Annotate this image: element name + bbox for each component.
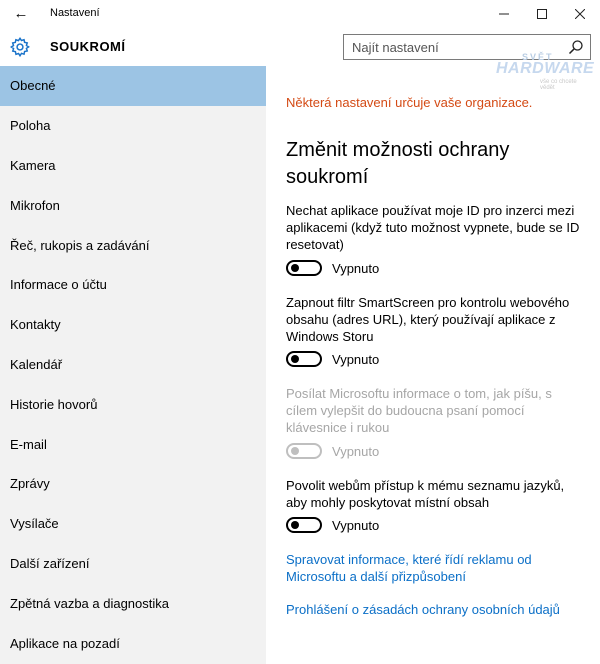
sidebar-item-label: Zpětná vazba a diagnostika xyxy=(10,595,169,611)
toggle-state-label: Vypnuto xyxy=(332,260,380,276)
minimize-button[interactable] xyxy=(485,0,523,28)
sidebar-item-feedback[interactable]: Zpětná vazba a diagnostika xyxy=(0,583,266,623)
sidebar: Obecné Poloha Kamera Mikrofon Řeč, rukop… xyxy=(0,66,266,664)
search-placeholder: Najít nastavení xyxy=(352,40,439,55)
close-button[interactable] xyxy=(561,0,599,28)
sidebar-item-background-apps[interactable]: Aplikace na pozadí xyxy=(0,623,266,663)
setting-language-list-description: Povolit webům přístup k mému seznamu jaz… xyxy=(286,478,565,510)
sidebar-item-radios[interactable]: Vysílače xyxy=(0,504,266,544)
sidebar-item-label: Mikrofon xyxy=(10,197,60,213)
sidebar-item-label: Vysílače xyxy=(10,516,59,532)
section-title: Změnit možnosti ochrany soukromí xyxy=(286,139,510,188)
sidebar-item-microphone[interactable]: Mikrofon xyxy=(0,185,266,225)
maximize-icon xyxy=(537,9,547,19)
setting-ad-id-toggle-row: Vypnuto xyxy=(286,258,379,278)
page-title: SOUKROMÍ xyxy=(50,39,126,54)
setting-typing-info-description: Posílat Microsoftu informace o tom, jak … xyxy=(286,386,552,435)
setting-smartscreen-toggle-row: Vypnuto xyxy=(286,349,379,369)
toggle-state-label: Vypnuto xyxy=(332,443,380,459)
watermark-main: HARDWARE xyxy=(496,60,595,77)
toggle-state-label: Vypnuto xyxy=(332,517,380,533)
sidebar-item-contacts[interactable]: Kontakty xyxy=(0,305,266,345)
sidebar-item-label: Řeč, rukopis a zadávání xyxy=(10,237,150,253)
maximize-button[interactable] xyxy=(523,0,561,28)
sidebar-item-camera[interactable]: Kamera xyxy=(0,146,266,186)
sidebar-item-other-devices[interactable]: Další zařízení xyxy=(0,544,266,584)
sidebar-item-label: Informace o účtu xyxy=(10,277,107,293)
sidebar-item-account-info[interactable]: Informace o účtu xyxy=(0,265,266,305)
setting-language-list-toggle-row: Vypnuto xyxy=(286,515,379,535)
sidebar-item-label: Zprávy xyxy=(10,476,50,492)
sidebar-item-messaging[interactable]: Zprávy xyxy=(0,464,266,504)
privacy-statement-link[interactable]: Prohlášení o zásadách ochrany osobních ú… xyxy=(286,601,586,618)
smartscreen-toggle[interactable] xyxy=(286,351,322,367)
setting-typing-info-toggle-row: Vypnuto xyxy=(286,441,379,461)
ad-id-toggle[interactable] xyxy=(286,260,322,276)
watermark-sub: vše co chcete vědět xyxy=(540,79,577,91)
back-arrow-icon[interactable]: ← xyxy=(10,4,32,24)
manage-ad-info-link[interactable]: Spravovat informace, které řídí reklamu … xyxy=(286,551,586,585)
sidebar-item-email[interactable]: E-mail xyxy=(0,424,266,464)
sidebar-item-call-history[interactable]: Historie hovorů xyxy=(0,384,266,424)
window-title: Nastavení xyxy=(50,7,100,19)
organization-notice: Některá nastavení určuje vaše organizace… xyxy=(286,95,533,110)
toggle-knob xyxy=(291,521,299,529)
toggle-knob xyxy=(291,264,299,272)
toggle-knob xyxy=(291,447,299,455)
sidebar-item-label: Další zařízení xyxy=(10,555,90,571)
sidebar-item-label: Kalendář xyxy=(10,356,63,372)
typing-info-toggle xyxy=(286,443,322,459)
sidebar-item-speech[interactable]: Řeč, rukopis a zadávání xyxy=(0,225,266,265)
sidebar-item-calendar[interactable]: Kalendář xyxy=(0,345,266,385)
minimize-icon xyxy=(499,13,509,15)
sidebar-item-location[interactable]: Poloha xyxy=(0,106,266,146)
setting-ad-id-description: Nechat aplikace používat moje ID pro inz… xyxy=(286,203,580,252)
language-list-toggle[interactable] xyxy=(286,517,322,533)
sidebar-item-label: Kamera xyxy=(10,157,56,173)
toggle-state-label: Vypnuto xyxy=(332,351,380,367)
sidebar-item-label: Aplikace na pozadí xyxy=(10,635,120,651)
sidebar-item-label: Historie hovorů xyxy=(10,396,98,412)
setting-smartscreen-description: Zapnout filtr SmartScreen pro kontrolu w… xyxy=(286,295,570,344)
title-bar: ← Nastavení xyxy=(0,0,600,28)
gear-icon xyxy=(9,36,30,58)
sidebar-item-label: Poloha xyxy=(10,118,51,134)
close-icon xyxy=(575,9,585,19)
sidebar-item-label: E-mail xyxy=(10,436,47,452)
site-watermark: SVĚT HARDWARE vše co chcete vědět xyxy=(490,52,594,91)
toggle-knob xyxy=(291,355,299,363)
sidebar-item-general[interactable]: Obecné xyxy=(0,66,266,106)
sidebar-item-label: Kontakty xyxy=(10,317,61,333)
sidebar-item-label: Obecné xyxy=(10,78,56,94)
